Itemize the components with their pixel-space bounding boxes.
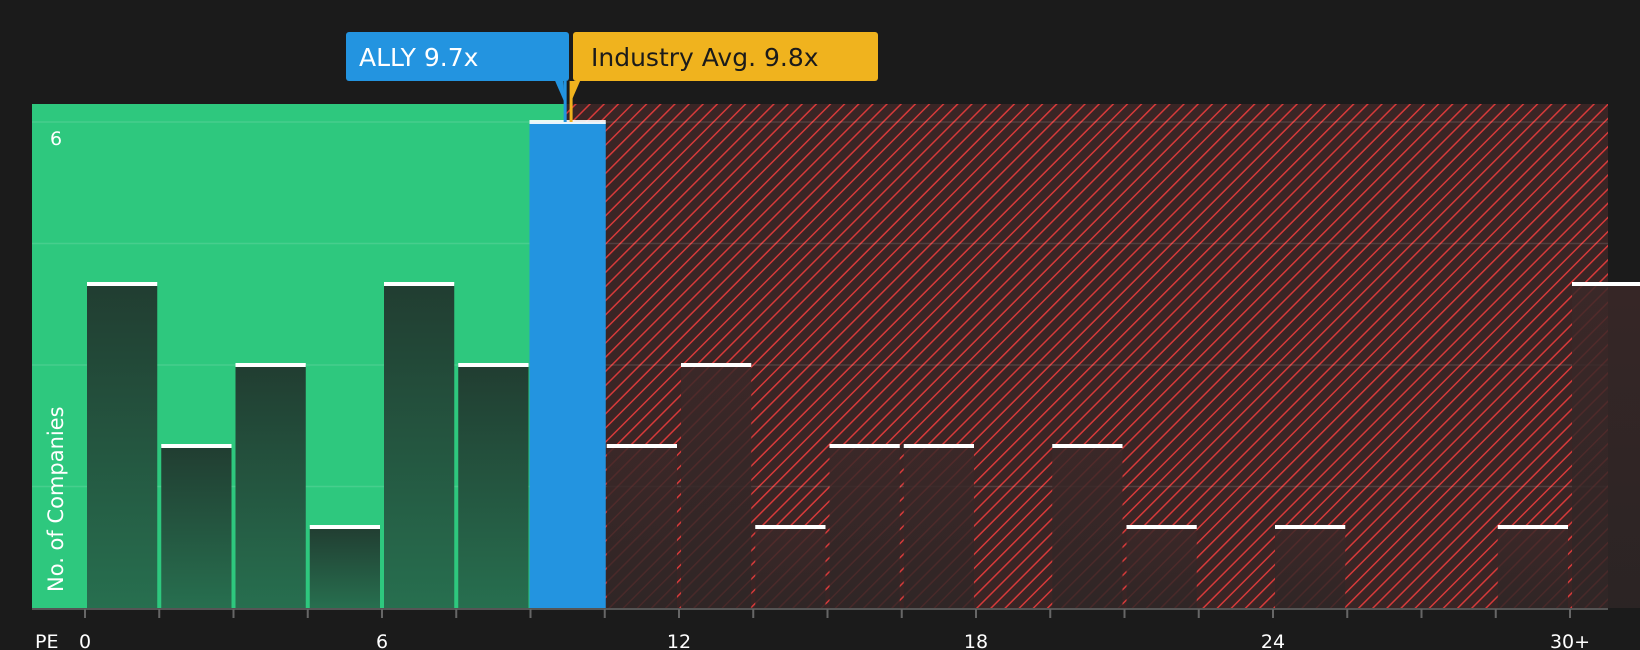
bar-cap-0 — [87, 282, 158, 286]
bar-cap-8 — [681, 363, 752, 367]
bar-0 — [87, 284, 158, 608]
bar-cap-6 — [529, 120, 606, 124]
x-tick-label-5: 30+ — [1550, 631, 1590, 650]
x-tick-label-4: 24 — [1261, 631, 1285, 650]
bar-cap-7 — [606, 444, 677, 448]
bar-cap-5 — [458, 363, 529, 367]
bar-9 — [755, 527, 826, 608]
bar-cap-2 — [235, 363, 306, 367]
bar-cap-14 — [1126, 525, 1197, 529]
bar-13 — [1052, 446, 1123, 608]
bar-16 — [1275, 527, 1346, 608]
bar-11 — [903, 446, 974, 608]
bar-cap-10 — [829, 444, 900, 448]
bar-7 — [606, 446, 677, 608]
bar-cap-11 — [903, 444, 974, 448]
bar-cap-1 — [161, 444, 232, 448]
bar-19 — [1497, 527, 1568, 608]
bar-20 — [1572, 284, 1640, 608]
bar-6 — [529, 122, 606, 608]
bar-10 — [829, 446, 900, 608]
bar-3 — [309, 527, 380, 608]
bar-14 — [1126, 527, 1197, 608]
x-tick-label-3: 18 — [964, 631, 988, 650]
bar-cap-19 — [1497, 525, 1568, 529]
x-tick-label-1: 6 — [376, 631, 388, 650]
bar-cap-16 — [1275, 525, 1346, 529]
bar-cap-20 — [1572, 282, 1640, 286]
bar-cap-13 — [1052, 444, 1123, 448]
bar-5 — [458, 365, 529, 608]
industry-callout-label: Industry Avg. 9.8x — [591, 43, 819, 72]
bar-4 — [384, 284, 455, 608]
y-tick-label-6: 6 — [50, 128, 62, 150]
bar-cap-3 — [309, 525, 380, 529]
bar-cap-9 — [755, 525, 826, 529]
bar-cap-4 — [384, 282, 455, 286]
x-tick-label-0: 0 — [79, 631, 91, 650]
chart-svg: 0 6 12 18 24 30+ No. of Companies PE 6 ALLY 9… — [32, 32, 1640, 650]
company-callout-label: ALLY 9.7x — [359, 43, 478, 72]
bar-8 — [681, 365, 752, 608]
pe-distribution-chart: 0 6 12 18 24 30+ No. of Companies PE 6 ALLY 9… — [0, 0, 1640, 650]
x-axis-title: PE — [35, 631, 58, 650]
x-axis: 0 6 12 18 24 30+ — [32, 608, 1608, 650]
y-axis-title: No. of Companies — [44, 406, 68, 592]
bar-2 — [235, 365, 306, 608]
bar-1 — [161, 446, 232, 608]
x-tick-label-2: 12 — [667, 631, 691, 650]
